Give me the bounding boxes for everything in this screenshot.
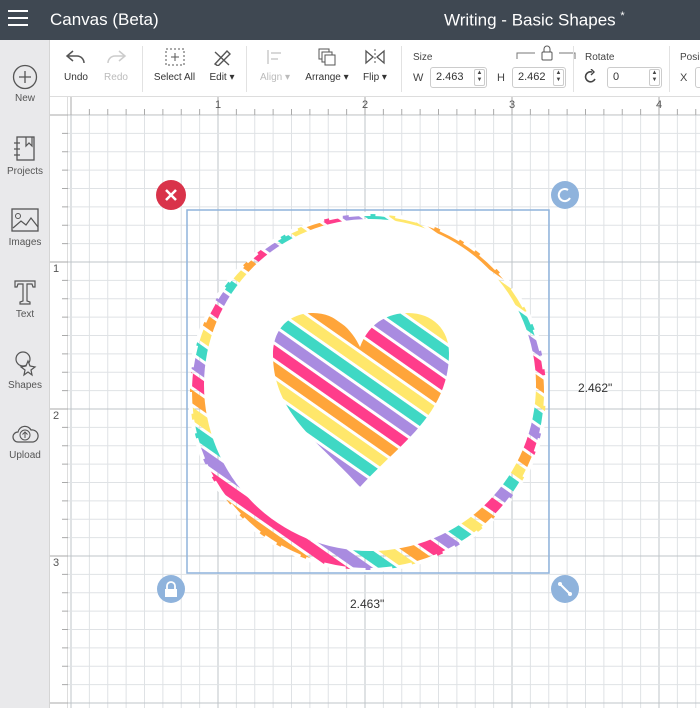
divider: [669, 46, 670, 92]
sidebar-item-images[interactable]: Images: [0, 206, 50, 248]
width-label: W: [413, 72, 424, 84]
design-canvas[interactable]: 2.462" 2.463": [68, 114, 700, 708]
arrange-icon: [318, 48, 336, 66]
width-input[interactable]: 2.463 ▲ ▼: [430, 67, 487, 88]
ruler-label: 2: [362, 99, 369, 111]
select-all-icon: [165, 48, 184, 66]
width-stepper[interactable]: ▲ ▼: [474, 69, 485, 86]
delete-handle[interactable]: [156, 180, 186, 210]
selection-width-label: 2.463": [350, 597, 385, 611]
redo-label: Redo: [104, 72, 128, 83]
divider: [573, 46, 574, 92]
height-value: 2.462: [518, 71, 546, 83]
position-label: Posi: [680, 52, 700, 63]
undo-button[interactable]: Undo: [62, 48, 90, 83]
flip-button[interactable]: Flip ▾: [360, 48, 390, 83]
flip-icon: [365, 49, 385, 65]
x-input[interactable]: [695, 67, 700, 88]
sidebar-label: Upload: [9, 450, 41, 461]
ruler-label: 3: [53, 557, 60, 569]
align-icon: [267, 50, 281, 64]
ruler-label: 4: [656, 99, 663, 111]
rotate-label: Rotate: [585, 52, 615, 63]
divider: [142, 46, 143, 92]
ruler-label: 1: [53, 263, 60, 275]
cloud-upload-icon: [12, 425, 39, 443]
sidebar-item-shapes[interactable]: Shapes: [0, 349, 50, 391]
flip-label: Flip: [363, 72, 380, 83]
height-stepper[interactable]: ▲ ▼: [553, 69, 564, 86]
select-all-label: Select All: [153, 72, 196, 83]
text-t-icon: [14, 280, 36, 305]
design-artwork[interactable]: [68, 115, 700, 708]
rotate-value: 0: [613, 71, 620, 83]
divider: [401, 46, 402, 92]
select-all-button[interactable]: Select All: [152, 48, 197, 83]
sidebar-item-projects[interactable]: Projects: [0, 135, 50, 177]
align-label: Align: [259, 72, 283, 83]
arrange-label: Arrange: [305, 72, 341, 83]
toolbar: Undo Redo Select All Edit ▾ Align ▾ Arra…: [50, 40, 700, 97]
notebook-icon: [14, 136, 35, 161]
divider: [246, 46, 247, 92]
document-title-text: Writing - Basic Shapes: [444, 10, 616, 30]
image-icon: [11, 208, 39, 232]
hamburger-menu-icon[interactable]: [8, 10, 28, 28]
ruler-ticks: [70, 97, 697, 115]
sidebar-label: Projects: [6, 166, 44, 177]
rotate-input[interactable]: 0 ▲ ▼: [607, 67, 662, 88]
left-sidebar: New Projects Images Text Shapes Upload: [0, 40, 50, 708]
unsaved-mark: *: [620, 10, 625, 22]
app-title: Canvas (Beta): [50, 10, 159, 29]
undo-icon: [65, 50, 85, 64]
shapes-icon: [15, 351, 37, 377]
redo-button[interactable]: Redo: [102, 48, 130, 83]
sidebar-item-text[interactable]: Text: [0, 278, 50, 320]
undo-label: Undo: [64, 72, 88, 83]
rotate-icon: [584, 69, 596, 83]
ruler-label: 2: [53, 410, 60, 422]
x-label: X: [680, 72, 688, 84]
ruler-ticks: [50, 114, 68, 704]
plus-circle-icon: [12, 64, 38, 90]
vertical-ruler: 1 2 3: [50, 97, 68, 708]
sidebar-label: Text: [15, 309, 35, 320]
width-value: 2.463: [436, 71, 464, 83]
height-input[interactable]: 2.462 ▲ ▼: [512, 67, 566, 88]
app-header: Canvas (Beta) Writing - Basic Shapes *: [0, 0, 700, 40]
lock-handle[interactable]: [157, 575, 185, 603]
rotate-handle[interactable]: [551, 181, 579, 209]
arrange-button[interactable]: Arrange ▾: [303, 48, 351, 83]
sidebar-item-upload[interactable]: Upload: [0, 421, 50, 461]
redo-icon: [107, 50, 127, 64]
edit-button[interactable]: Edit ▾: [206, 48, 238, 83]
document-title[interactable]: Writing - Basic Shapes *: [444, 10, 625, 31]
horizontal-ruler: 1 2 3 4: [68, 97, 700, 115]
ruler-label: 3: [509, 99, 516, 111]
lock-proportions-icon[interactable]: [515, 45, 579, 61]
edit-label: Edit: [209, 72, 227, 83]
ruler-label: 1: [215, 99, 222, 111]
align-button[interactable]: Align ▾: [256, 48, 294, 83]
resize-handle[interactable]: [551, 575, 579, 603]
lock-icon: [165, 589, 177, 597]
sidebar-item-new[interactable]: New: [0, 64, 50, 104]
sidebar-label: Images: [8, 237, 42, 248]
sidebar-label: Shapes: [8, 380, 42, 391]
edit-pencil-ruler-icon: [213, 49, 231, 66]
sidebar-label: New: [14, 93, 35, 104]
size-label: Size: [413, 52, 433, 63]
height-label: H: [497, 72, 505, 84]
selection-height-label: 2.462": [578, 381, 613, 395]
rotate-stepper[interactable]: ▲ ▼: [649, 69, 660, 86]
